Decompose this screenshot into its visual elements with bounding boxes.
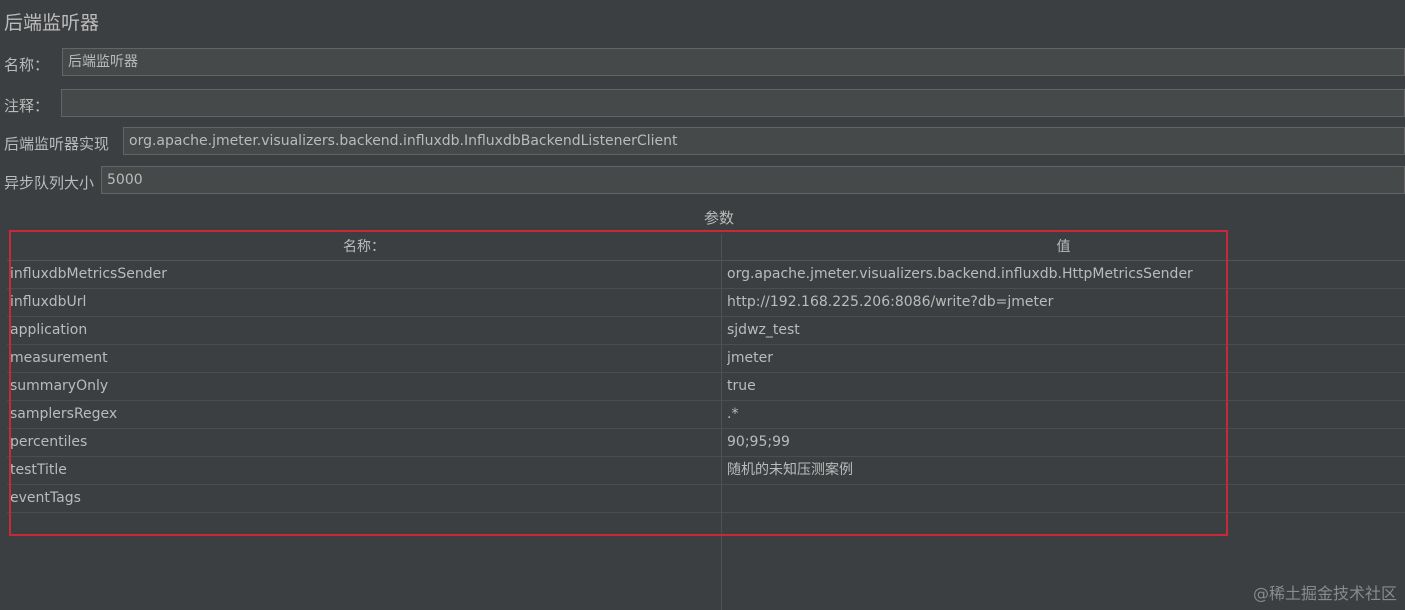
table-row[interactable]: percentiles 90;95;99	[7, 429, 1405, 457]
param-name[interactable]: percentiles	[10, 429, 710, 457]
table-row[interactable]: summaryOnly true	[7, 373, 1405, 401]
table-row[interactable]: samplersRegex .*	[7, 401, 1405, 429]
comment-field[interactable]	[61, 89, 1405, 117]
param-value[interactable]: true	[727, 373, 1397, 401]
column-header-name[interactable]: 名称：	[7, 234, 721, 260]
param-value[interactable]	[727, 485, 1397, 513]
name-field[interactable]: 后端监听器	[62, 48, 1405, 76]
table-row[interactable]: measurement jmeter	[7, 345, 1405, 373]
table-header: 名称： 值	[7, 234, 1405, 261]
param-name[interactable]: influxdbUrl	[10, 289, 710, 317]
params-section-label: 参数	[704, 209, 735, 227]
param-value[interactable]: 随机的未知压测案例	[727, 457, 1397, 485]
param-name[interactable]: application	[10, 317, 710, 345]
comment-label: 注释：	[4, 97, 50, 115]
impl-label: 后端监听器实现	[4, 135, 110, 153]
param-name[interactable]: eventTags	[10, 485, 710, 513]
param-value[interactable]: org.apache.jmeter.visualizers.backend.in…	[727, 261, 1397, 289]
table-row[interactable]: influxdbMetricsSender org.apache.jmeter.…	[7, 261, 1405, 289]
param-name[interactable]: samplersRegex	[10, 401, 710, 429]
queue-label: 异步队列大小	[4, 174, 95, 192]
param-name[interactable]: summaryOnly	[10, 373, 710, 401]
param-name[interactable]: testTitle	[10, 457, 710, 485]
param-name[interactable]: influxdbMetricsSender	[10, 261, 710, 289]
table-row[interactable]: application sjdwz_test	[7, 317, 1405, 345]
table-row[interactable]: influxdbUrl http://192.168.225.206:8086/…	[7, 289, 1405, 317]
table-row[interactable]: eventTags	[7, 485, 1405, 513]
column-header-value[interactable]: 值	[722, 234, 1405, 260]
name-label: 名称：	[4, 56, 50, 74]
params-table: 名称： 值 influxdbMetricsSender org.apache.j…	[7, 234, 1405, 610]
impl-select[interactable]: org.apache.jmeter.visualizers.backend.in…	[123, 127, 1405, 155]
param-value[interactable]: http://192.168.225.206:8086/write?db=jme…	[727, 289, 1397, 317]
table-row[interactable]: testTitle 随机的未知压测案例	[7, 457, 1405, 485]
panel-title: 后端监听器	[4, 12, 100, 34]
param-value[interactable]: jmeter	[727, 345, 1397, 373]
table-body: influxdbMetricsSender org.apache.jmeter.…	[7, 261, 1405, 513]
watermark: @稀土掘金技术社区	[1252, 584, 1397, 603]
param-value[interactable]: .*	[727, 401, 1397, 429]
param-name[interactable]: measurement	[10, 345, 710, 373]
param-value[interactable]: 90;95;99	[727, 429, 1397, 457]
param-value[interactable]: sjdwz_test	[727, 317, 1397, 345]
queue-size-field[interactable]: 5000	[101, 166, 1405, 194]
